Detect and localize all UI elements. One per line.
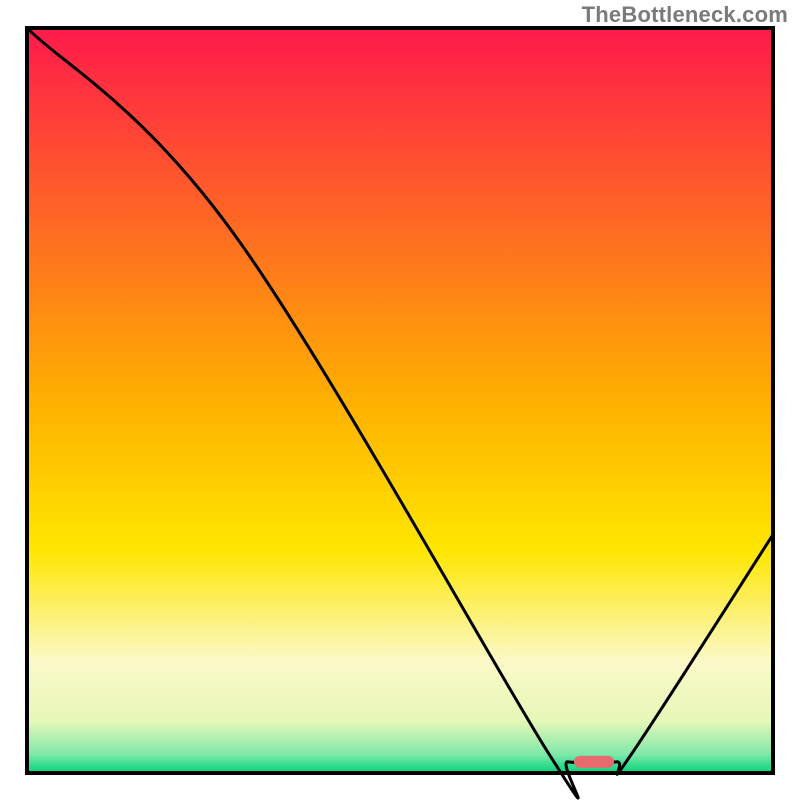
chart-stage: TheBottleneck.com bbox=[0, 0, 800, 800]
watermark-text: TheBottleneck.com bbox=[582, 2, 788, 28]
optimal-marker bbox=[574, 756, 614, 768]
gradient-background bbox=[27, 28, 773, 773]
bottleneck-chart bbox=[0, 0, 800, 800]
